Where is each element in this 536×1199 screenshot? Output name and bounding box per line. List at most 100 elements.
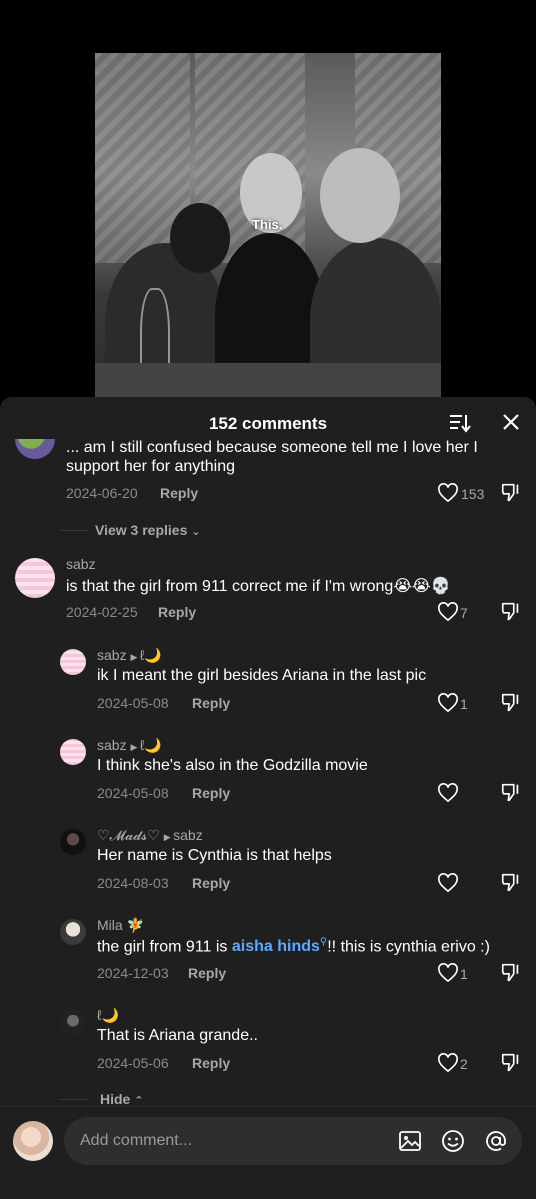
comment-composer	[0, 1106, 536, 1199]
dislike-icon[interactable]	[500, 781, 522, 803]
heart-icon[interactable]	[437, 483, 459, 503]
sort-button[interactable]	[449, 413, 471, 433]
video-area[interactable]: This.	[0, 0, 536, 400]
reply-username[interactable]: Mila 🧚	[97, 917, 144, 934]
comment-list[interactable]: ... am I still confused because someone …	[0, 439, 536, 1105]
close-icon	[503, 414, 519, 430]
reply-arrow-icon: ▶	[130, 742, 140, 752]
person-left-head	[170, 203, 230, 273]
comment-item: ... am I still confused because someone …	[0, 439, 536, 535]
avatar[interactable]	[60, 739, 86, 765]
reply-item: sabz ▶ ℓ🌙 ik I meant the girl besides Ar…	[0, 645, 536, 725]
avatar[interactable]	[15, 439, 55, 459]
dislike-icon[interactable]	[500, 871, 522, 893]
comment-text: That is Ariana grande..	[97, 1027, 258, 1044]
avatar[interactable]	[60, 829, 86, 855]
reply-username[interactable]: sabz ▶ ℓ🌙	[97, 647, 162, 664]
sort-icon	[450, 415, 471, 433]
comment-text-part: the girl from 911 is	[97, 938, 232, 956]
comment-date: 2024-05-06	[97, 1055, 169, 1071]
reply-username[interactable]: ℓ🌙	[97, 1007, 119, 1024]
reply-to-label: ℓ🌙	[139, 737, 162, 753]
like-count: 7	[460, 605, 468, 621]
comment-date: 2024-05-08	[97, 785, 169, 801]
dislike-icon[interactable]	[500, 691, 522, 713]
comment-text: the girl from 911 is aisha hinds⚲!! this…	[97, 937, 490, 956]
heart-icon[interactable]	[437, 873, 459, 893]
like-count: 153	[461, 486, 485, 502]
reply-button[interactable]: Reply	[192, 875, 230, 891]
comment-text: ik I meant the girl besides Ariana in th…	[97, 667, 427, 684]
search-link[interactable]: aisha hinds⚲	[231, 937, 327, 956]
reply-button[interactable]: Reply	[192, 785, 230, 801]
avatar[interactable]	[15, 558, 55, 598]
video-caption: This.	[252, 217, 283, 232]
heart-icon[interactable]	[437, 602, 459, 622]
reply-to-label: ℓ🌙	[139, 647, 162, 663]
hide-replies-button[interactable]: Hide ⌃	[100, 1091, 143, 1105]
dislike-icon[interactable]	[500, 961, 522, 983]
heart-icon[interactable]	[437, 963, 459, 983]
hide-label: Hide	[100, 1091, 131, 1105]
dislike-icon[interactable]	[500, 1051, 522, 1073]
reply-username[interactable]: ♡𝓜𝓪𝓭𝓼♡ ▶ sabz	[97, 827, 203, 844]
image-icon[interactable]	[398, 1129, 422, 1153]
comment-date: 2024-08-03	[97, 875, 169, 891]
user-avatar[interactable]	[13, 1121, 53, 1161]
view-replies-label: View 3 replies	[95, 522, 188, 538]
emoji-icon[interactable]	[441, 1129, 465, 1153]
comment-input-wrapper[interactable]	[64, 1117, 522, 1165]
reply-button[interactable]: Reply	[188, 965, 226, 981]
comment-text: Her name is Cynthia is that helps	[97, 847, 332, 864]
divider	[60, 530, 88, 531]
reply-item: ℓ🌙 That is Ariana grande.. 2024-05-06 Re…	[0, 1005, 536, 1085]
like-count: 2	[460, 1056, 468, 1072]
dislike-icon[interactable]	[500, 600, 522, 622]
reply-button[interactable]: Reply	[160, 485, 198, 501]
username-label: sabz	[97, 737, 127, 753]
chevron-up-icon: ⌃	[134, 1095, 144, 1105]
reply-arrow-icon: ▶	[163, 832, 174, 842]
heart-icon[interactable]	[437, 783, 459, 803]
reply-item: Mila 🧚 the girl from 911 is aisha hinds⚲…	[0, 915, 536, 995]
reply-button[interactable]: Reply	[158, 604, 196, 620]
search-link-label: aisha hinds	[231, 938, 320, 956]
reply-to-label: sabz	[173, 827, 203, 843]
reply-arrow-icon: ▶	[130, 652, 140, 662]
avatar[interactable]	[60, 919, 86, 945]
comment-text: is that the girl from 911 correct me if …	[66, 578, 451, 595]
comment-date: 2024-12-03	[97, 965, 169, 981]
comment-text: ... am I still confused because someone …	[66, 439, 478, 456]
at-mention-icon[interactable]	[484, 1129, 508, 1153]
comment-text-part: !! this is cynthia erivo :)	[327, 938, 490, 956]
comment-username[interactable]: sabz	[66, 556, 96, 572]
person-right-head	[320, 148, 400, 243]
chevron-down-icon: ⌄	[191, 526, 201, 538]
reply-item: ♡𝓜𝓪𝓭𝓼♡ ▶ sabz Her name is Cynthia is tha…	[0, 825, 536, 905]
divider	[60, 1099, 88, 1100]
reply-item: sabz ▶ ℓ🌙 I think she's also in the Godz…	[0, 735, 536, 815]
heart-icon[interactable]	[437, 693, 459, 713]
avatar[interactable]	[60, 1009, 86, 1035]
comment-text: support her for anything	[66, 458, 235, 475]
like-count: 1	[460, 696, 468, 712]
reply-button[interactable]: Reply	[192, 1055, 230, 1071]
comment-item: sabz is that the girl from 911 correct m…	[0, 554, 536, 634]
comment-text: I think she's also in the Godzilla movie	[97, 757, 368, 774]
view-replies-button[interactable]: View 3 replies ⌄	[95, 522, 200, 538]
heart-icon[interactable]	[437, 1053, 459, 1073]
reply-button[interactable]: Reply	[192, 695, 230, 711]
close-button[interactable]	[501, 412, 521, 432]
comment-input[interactable]	[80, 1129, 380, 1153]
table	[95, 363, 441, 398]
comment-date: 2024-06-20	[66, 485, 138, 501]
avatar[interactable]	[60, 649, 86, 675]
like-count: 1	[460, 966, 468, 982]
username-label: ♡𝓜𝓪𝓭𝓼♡	[97, 827, 160, 843]
username-label: sabz	[97, 647, 127, 663]
dislike-icon[interactable]	[500, 481, 522, 503]
comments-sheet: 152 comments ... am I still confused bec…	[0, 397, 536, 1199]
reply-username[interactable]: sabz ▶ ℓ🌙	[97, 737, 162, 754]
comment-date: 2024-05-08	[97, 695, 169, 711]
comment-date: 2024-02-25	[66, 604, 138, 620]
